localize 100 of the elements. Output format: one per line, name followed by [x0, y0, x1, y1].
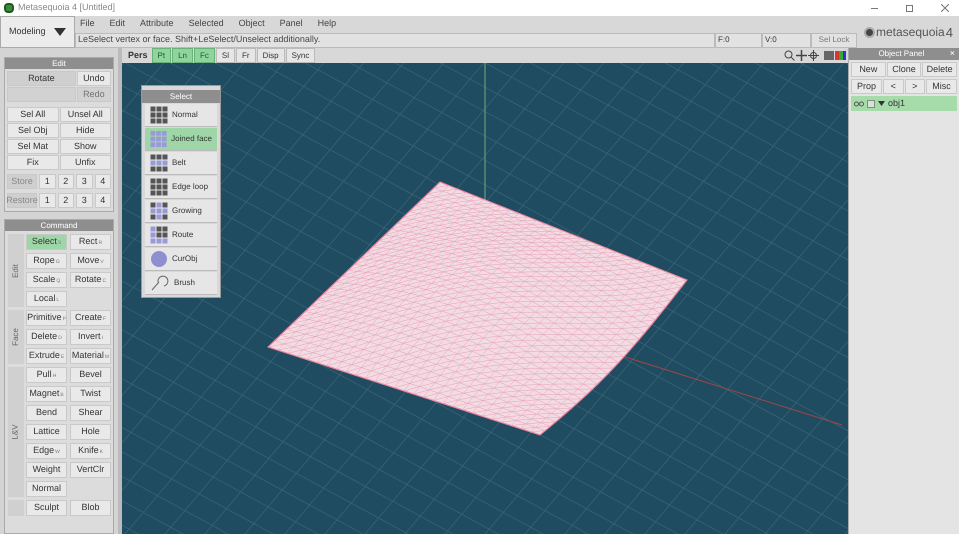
history-button[interactable]: Rotate [7, 71, 76, 86]
panel-header: Select [142, 90, 220, 103]
object-button[interactable]: New [851, 62, 886, 77]
select-mode-item[interactable]: Brush [145, 272, 217, 295]
command-button[interactable]: Select$_{S}$ [26, 234, 67, 250]
grid-icon [150, 154, 168, 172]
slot-button[interactable]: 3 [76, 193, 92, 208]
object-row[interactable]: obj1 [851, 96, 957, 111]
vertex-count: V:0 [762, 32, 811, 48]
command-button[interactable]: Twist [70, 386, 111, 402]
scrollbar[interactable] [118, 48, 122, 534]
menu-item[interactable]: Panel [280, 17, 303, 31]
slot-button[interactable]: 1 [39, 174, 56, 189]
zoom-icon[interactable] [784, 50, 795, 61]
edit-button[interactable]: Show [60, 139, 111, 154]
command-button[interactable]: Weight [26, 462, 67, 478]
logo-icon [864, 26, 875, 38]
command-button[interactable]: VertClr [70, 462, 111, 478]
history-button[interactable]: Undo [76, 71, 111, 86]
view-toggle[interactable]: Sl [216, 48, 236, 63]
command-button[interactable]: Pull$_{H}$ [26, 367, 67, 383]
menu-item[interactable]: Edit [110, 17, 126, 31]
menu-item[interactable]: File [80, 17, 95, 31]
edit-button[interactable]: Unsel All [60, 107, 111, 122]
command-button[interactable]: Knife$_{K}$ [70, 443, 111, 459]
object-button[interactable]: Delete [922, 62, 957, 77]
select-mode-item[interactable]: Route [145, 224, 217, 247]
eye-icon[interactable] [854, 100, 864, 106]
grid-icon [150, 202, 168, 220]
grid-icon [150, 130, 168, 148]
command-button[interactable]: Normal [26, 481, 67, 497]
edit-button[interactable]: Unfix [60, 155, 111, 170]
edit-button[interactable]: Sel Obj [7, 123, 58, 138]
command-button[interactable]: Delete$_{D}$ [26, 329, 67, 345]
object-button[interactable]: > [904, 79, 926, 94]
edit-button[interactable]: Fix [7, 155, 58, 170]
view-toggle[interactable]: Sync [286, 48, 316, 63]
view-toggle[interactable]: Fr [236, 48, 256, 63]
command-button[interactable]: Shear [70, 405, 111, 421]
command-button[interactable]: Rope$_{G}$ [26, 253, 67, 269]
slot-button[interactable]: 4 [94, 174, 111, 189]
command-button[interactable]: Rotate$_{C}$ [70, 272, 111, 288]
mesh-drawing[interactable] [266, 181, 688, 436]
sel-lock-button[interactable]: Sel Lock [811, 32, 857, 48]
lock-checkbox[interactable] [867, 100, 875, 108]
menu-item[interactable]: Object [238, 17, 265, 31]
slot-button[interactable]: 2 [58, 193, 74, 208]
view-label: Pers [127, 48, 149, 62]
edit-button[interactable]: Sel All [7, 107, 58, 122]
edit-button[interactable]: Sel Mat [7, 139, 58, 154]
group-label: Face [10, 328, 21, 346]
mode-dropdown[interactable]: Modeling [0, 16, 75, 48]
command-button[interactable]: Extrude$_{E}$ [26, 348, 67, 364]
display-color-icon[interactable] [824, 51, 846, 60]
command-button[interactable]: Invert$_{I}$ [70, 329, 111, 345]
view-toggle[interactable]: Ln [172, 48, 193, 63]
expand-caret-icon[interactable] [878, 101, 885, 106]
command-button[interactable]: Bend [26, 405, 67, 421]
grid-icon [150, 106, 168, 124]
object-button[interactable]: Prop [851, 79, 882, 94]
maximize-icon[interactable] [906, 4, 913, 12]
object-button[interactable]: < [882, 79, 904, 94]
select-mode-item[interactable]: Growing [145, 200, 217, 223]
command-button[interactable]: Sculpt [26, 500, 67, 516]
slot-button[interactable]: 4 [94, 193, 111, 208]
select-mode-item[interactable]: Joined face [145, 128, 217, 151]
view-toggle[interactable]: Pt [152, 48, 172, 63]
move-icon[interactable] [796, 50, 807, 61]
select-mode-item[interactable]: Edge loop [145, 176, 217, 199]
command-button[interactable]: Material$_{M}$ [70, 348, 111, 364]
command-button[interactable]: Move$_{V}$ [70, 253, 111, 269]
menu-item[interactable]: Selected [188, 17, 224, 31]
slot-button[interactable]: 3 [76, 174, 92, 189]
view-toggle[interactable]: Fc [194, 48, 215, 63]
command-button[interactable]: Scale$_{Q}$ [26, 272, 67, 288]
object-button[interactable]: Clone [886, 62, 922, 77]
select-mode-item[interactable]: CurObj [145, 248, 217, 271]
slot-button[interactable]: 2 [58, 174, 74, 189]
command-button[interactable]: Create$_{F}$ [70, 310, 111, 326]
command-button[interactable]: Magnet$_{B}$ [26, 386, 67, 402]
menu-item[interactable]: Attribute [140, 17, 174, 31]
command-button[interactable]: Hole [70, 424, 111, 440]
command-button[interactable]: Edge$_{W}$ [26, 443, 67, 459]
panel-title: Object Panel [877, 48, 926, 60]
view-toggle[interactable]: Disp [256, 48, 285, 63]
3d-viewport[interactable]: Select Normal Joined face Belt Edge loop Growing Route CurObj Brush [122, 63, 848, 534]
command-button[interactable]: Local$_{L}$ [26, 291, 67, 307]
select-mode-item[interactable]: Belt [145, 152, 217, 175]
menu-item[interactable]: Help [318, 17, 336, 31]
select-mode-item[interactable]: Normal [145, 104, 217, 127]
command-button[interactable]: Bevel [70, 367, 111, 383]
close-icon[interactable] [941, 4, 949, 12]
command-button[interactable]: Blob [70, 500, 111, 516]
object-name: obj1 [888, 96, 906, 110]
command-button[interactable]: Lattice [26, 424, 67, 440]
command-button[interactable]: Rect$_{R}$ [70, 234, 111, 250]
slot-button[interactable]: 1 [39, 193, 56, 208]
command-button[interactable]: Primitive$_{P}$ [26, 310, 67, 326]
object-button[interactable]: Misc [926, 79, 957, 94]
edit-button[interactable]: Hide [60, 123, 111, 138]
